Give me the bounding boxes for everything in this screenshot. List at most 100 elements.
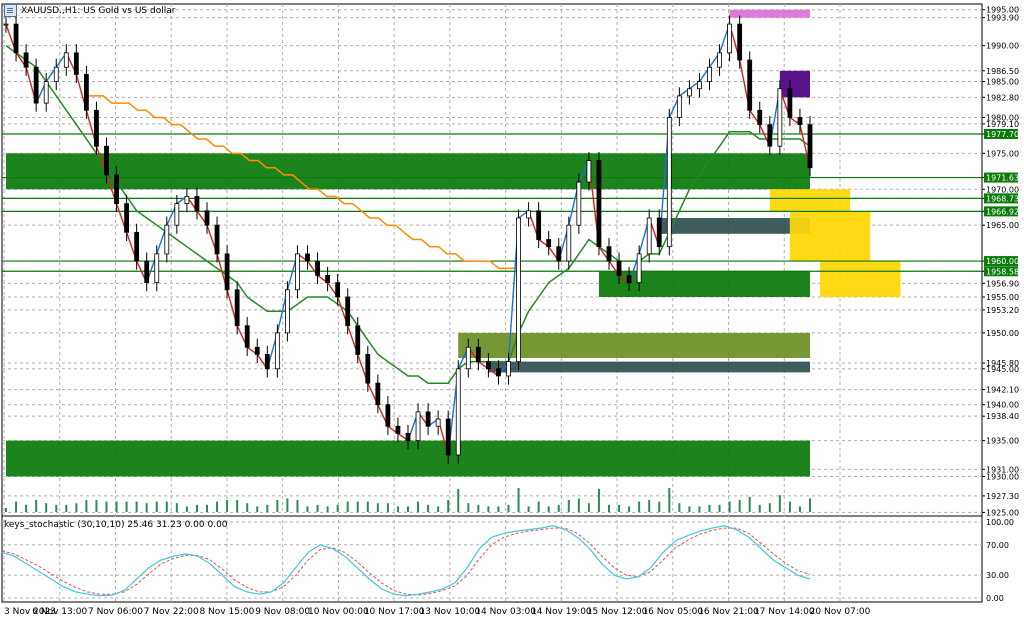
x-tick-label: 9 Nov 08:00 (255, 607, 310, 617)
stoch-y-tick-label: 70.00 (986, 541, 1009, 550)
volume-bar (195, 504, 198, 512)
volume-bar (256, 506, 259, 512)
volume-bar (457, 488, 460, 512)
volume-bar (105, 501, 108, 512)
volume-bar (326, 506, 329, 512)
volume-bar (758, 504, 761, 512)
volume-bar (286, 498, 289, 512)
candle-body (124, 203, 129, 233)
y-tick-label: 1940.00 (986, 401, 1019, 410)
candle-body (455, 368, 461, 456)
level-tag-text: 1971.63 (986, 174, 1019, 183)
volume-bar (437, 506, 440, 512)
candle-body (687, 88, 692, 97)
candle-body (335, 282, 341, 298)
volume-bar (718, 504, 721, 512)
volume-bar (316, 504, 319, 512)
volume-bar (748, 496, 751, 512)
y-tick-label: 1938.40 (986, 412, 1019, 421)
volume-bar (648, 500, 651, 512)
candle-body (616, 260, 622, 276)
candle-body (365, 354, 371, 384)
candle-body (53, 66, 59, 82)
volume-bar (417, 501, 420, 512)
candle-body (134, 231, 140, 262)
y-tick-label: 1980.00 (986, 113, 1019, 122)
candle-body (586, 160, 592, 183)
volume-bar (65, 504, 68, 512)
candle-body (646, 217, 652, 255)
x-tick-label: 14 Nov 03:00 (475, 607, 536, 617)
candle-body (787, 88, 793, 118)
zone-rect (6, 177, 810, 190)
volume-bar (386, 503, 389, 512)
volume-bar (678, 503, 681, 512)
candle-body (284, 289, 290, 334)
zone-rect (779, 70, 810, 98)
indicator-title: keys_stochastic (30,10,10) 25.46 31.23 0… (4, 520, 228, 530)
candle-body (295, 253, 300, 291)
volume-bar (276, 500, 279, 512)
candle-body (375, 382, 381, 406)
x-tick-label: 14 Nov 19:00 (531, 607, 592, 617)
candle-body (526, 210, 531, 219)
volume-bar (296, 500, 299, 512)
candle-body (707, 66, 712, 82)
volume-bar (356, 501, 359, 512)
candle-body (425, 411, 431, 427)
candle-body (345, 296, 351, 327)
candle-body (264, 354, 270, 370)
zone-rect (729, 9, 810, 18)
volume-bar (226, 500, 229, 512)
candle-body (204, 210, 210, 226)
volume-bar (577, 498, 580, 512)
volume-bar (165, 501, 168, 512)
volume-bar (507, 504, 510, 512)
candle-body (395, 425, 401, 434)
candle-body (656, 217, 662, 248)
volume-bar (467, 503, 470, 512)
volume-bar (55, 504, 58, 512)
volume-bar (638, 501, 641, 512)
volume-bar (537, 501, 540, 512)
volume-bar (135, 501, 138, 512)
volume-bar (396, 506, 399, 512)
volume-bar (75, 503, 78, 512)
candle-body (43, 81, 49, 104)
candle-body (63, 52, 69, 68)
candle-body (254, 346, 260, 355)
candle-body (405, 433, 411, 442)
volume-bar (95, 500, 98, 512)
y-tick-label: 1931.00 (986, 465, 1019, 474)
y-tick-label: 1953.20 (986, 306, 1019, 315)
candle-body (485, 361, 491, 370)
candle-body (94, 109, 99, 147)
symbol-title: XAUUSD.,H1: US Gold vs US dollar (21, 5, 176, 16)
volume-bar (185, 506, 188, 512)
y-tick-label: 1986.50 (986, 67, 1019, 76)
x-tick-label: 20 Nov 07:00 (810, 607, 871, 617)
level-tag-text: 1966.92 (986, 207, 1019, 216)
y-tick-label: 1956.90 (986, 279, 1019, 288)
y-tick-label: 1955.00 (986, 293, 1019, 302)
y-tick-label: 1945.80 (986, 359, 1019, 368)
y-tick-label: 1927.30 (986, 492, 1019, 501)
x-tick-label: 8 Nov 15:00 (199, 607, 254, 617)
candle-body (797, 117, 803, 126)
volume-bar (346, 501, 349, 512)
candle-body (184, 196, 190, 205)
candle-body (767, 124, 773, 147)
y-tick-label: 1965.00 (986, 221, 1019, 230)
candle-body (606, 246, 612, 262)
volume-bar (306, 506, 309, 512)
stoch-y-tick-label: 30.00 (986, 571, 1009, 580)
volume-bar (246, 503, 249, 512)
x-tick-label: 13 Nov 10:00 (420, 607, 481, 617)
y-tick-label: 1975.00 (986, 149, 1019, 158)
x-tick-label: 6 Nov 13:00 (32, 607, 87, 617)
candle-body (214, 224, 220, 255)
candle-body (445, 418, 451, 456)
stoch-main-line (1, 525, 811, 597)
stoch-signal-line (1, 527, 811, 596)
candle-body (315, 260, 320, 276)
